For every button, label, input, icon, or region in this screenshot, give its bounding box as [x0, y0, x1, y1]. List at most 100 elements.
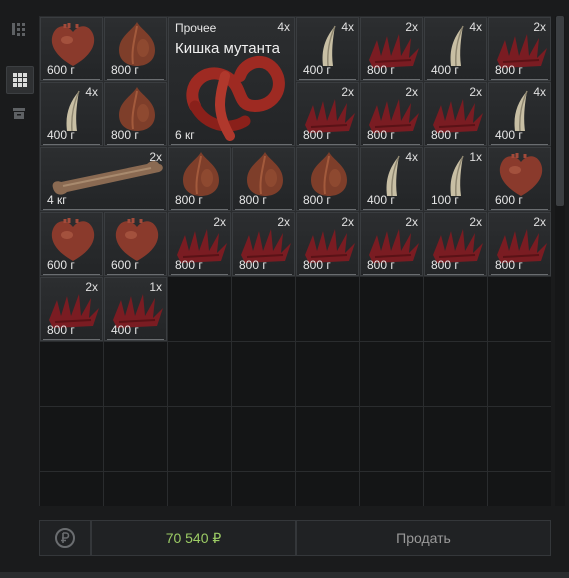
sell-button[interactable]: Продать	[296, 520, 551, 556]
item-underline	[235, 209, 292, 210]
item-amount: 800 г	[495, 258, 523, 272]
item-amount: 4 кг	[47, 193, 67, 207]
item-onion[interactable]: 800 г	[232, 147, 295, 211]
item-underline	[363, 79, 420, 80]
item-heart[interactable]: 600 г	[40, 212, 103, 276]
item-underline	[235, 274, 292, 275]
item-underline	[299, 209, 356, 210]
item-spike[interactable]: 800 г 2x	[360, 212, 423, 276]
item-underline	[427, 144, 484, 145]
item-claw[interactable]: 100 г 1x	[424, 147, 487, 211]
item-count: 4x	[277, 20, 290, 34]
item-underline	[299, 79, 356, 80]
item-onion[interactable]: 800 г	[104, 17, 167, 81]
item-count: 2x	[341, 85, 354, 99]
grid-view-icon[interactable]	[6, 66, 34, 94]
item-onion[interactable]: 800 г	[296, 147, 359, 211]
sell-bar: 70 540 ₽ Продать	[39, 520, 551, 556]
onion-icon	[311, 152, 347, 196]
item-onion[interactable]: 800 г	[104, 82, 167, 146]
item-amount: 800 г	[303, 258, 331, 272]
item-amount: 800 г	[175, 258, 203, 272]
item-count: 2x	[533, 215, 546, 229]
onion-icon	[247, 152, 283, 196]
heart-icon	[51, 23, 95, 66]
item-amount: 600 г	[47, 63, 75, 77]
item-underline	[427, 79, 484, 80]
item-amount: 400 г	[495, 128, 523, 142]
item-underline	[43, 79, 100, 80]
item-count: 4x	[469, 20, 482, 34]
item-spike[interactable]: 800 г 2x	[424, 82, 487, 146]
item-spike[interactable]: 800 г 2x	[296, 82, 359, 146]
item-underline	[491, 144, 548, 145]
item-amount: 100 г	[431, 193, 459, 207]
item-claw[interactable]: 400 г 4x	[360, 147, 423, 211]
item-spike[interactable]: 800 г 2x	[424, 212, 487, 276]
item-underline	[171, 209, 228, 210]
reset-button[interactable]	[39, 520, 91, 556]
item-name: Кишка мутанта	[175, 40, 280, 57]
item-underline	[363, 144, 420, 145]
item-heart[interactable]: 600 г	[40, 17, 103, 81]
item-count: 2x	[85, 280, 98, 294]
item-underline	[107, 79, 164, 80]
item-amount: 800 г	[431, 128, 459, 142]
item-underline	[363, 209, 420, 210]
item-spike[interactable]: 800 г 2x	[488, 17, 551, 81]
item-underline	[299, 144, 356, 145]
sort-icon[interactable]	[6, 16, 32, 42]
item-count: 2x	[277, 215, 290, 229]
item-count: 1x	[149, 280, 162, 294]
scrollbar[interactable]	[555, 16, 565, 506]
item-heart[interactable]: 600 г	[488, 147, 551, 211]
item-amount: 800 г	[495, 63, 523, 77]
item-underline	[427, 209, 484, 210]
item-count: 2x	[405, 20, 418, 34]
item-underline	[299, 274, 356, 275]
item-underline	[363, 274, 420, 275]
item-underline	[491, 79, 548, 80]
item-count: 4x	[533, 85, 546, 99]
item-underline	[107, 144, 164, 145]
item-spike[interactable]: 800 г 2x	[360, 17, 423, 81]
item-count: 1x	[469, 150, 482, 164]
item-bone[interactable]: 4 кг 2x	[40, 147, 167, 211]
item-count: 2x	[213, 215, 226, 229]
item-onion[interactable]: 800 г	[168, 147, 231, 211]
item-claw[interactable]: 400 г 4x	[488, 82, 551, 146]
item-spike[interactable]: 800 г 2x	[296, 212, 359, 276]
item-spike[interactable]: 400 г 1x	[104, 277, 167, 341]
item-count: 2x	[341, 215, 354, 229]
item-amount: 800 г	[239, 258, 267, 272]
box-icon[interactable]	[6, 100, 32, 126]
item-spike[interactable]: 800 г 2x	[360, 82, 423, 146]
item-spike[interactable]: 800 г 2x	[168, 212, 231, 276]
item-spike[interactable]: 800 г 2x	[40, 277, 103, 341]
onion-icon	[119, 87, 155, 131]
total-price: 70 540 ₽	[91, 520, 296, 556]
item-tentacle[interactable]: Прочее Кишка мутанта 6 кг 4x	[168, 17, 295, 146]
item-amount: 800 г	[47, 323, 75, 337]
item-spike[interactable]: 800 г 2x	[232, 212, 295, 276]
item-category: Прочее	[175, 21, 217, 35]
item-spike[interactable]: 800 г 2x	[488, 212, 551, 276]
item-amount: 800 г	[111, 128, 139, 142]
sidebar	[6, 16, 34, 132]
item-amount: 400 г	[47, 128, 75, 142]
item-amount: 800 г	[431, 258, 459, 272]
item-amount: 800 г	[111, 63, 139, 77]
scrollbar-thumb[interactable]	[556, 16, 564, 206]
item-count: 4x	[405, 150, 418, 164]
item-heart[interactable]: 600 г	[104, 212, 167, 276]
item-amount: 6 кг	[175, 128, 195, 142]
item-claw[interactable]: 400 г 4x	[40, 82, 103, 146]
item-amount: 800 г	[367, 258, 395, 272]
item-claw[interactable]: 400 г 4x	[296, 17, 359, 81]
item-underline	[171, 274, 228, 275]
item-underline	[43, 209, 164, 210]
onion-icon	[119, 22, 155, 66]
item-claw[interactable]: 400 г 4x	[424, 17, 487, 81]
item-amount: 400 г	[111, 323, 139, 337]
item-underline	[43, 144, 100, 145]
